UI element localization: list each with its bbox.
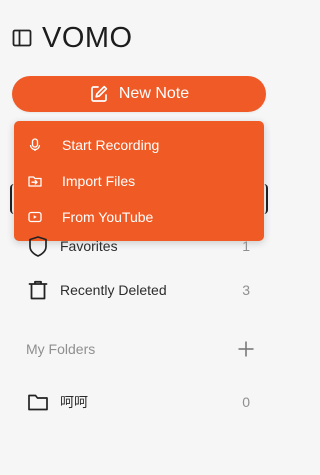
menu-item-start-recording[interactable]: Start Recording bbox=[14, 127, 264, 163]
import-icon bbox=[28, 174, 42, 188]
recently-deleted-label: Recently Deleted bbox=[60, 282, 167, 298]
app-header: VOMO bbox=[12, 18, 133, 58]
favorites-count: 1 bbox=[242, 238, 250, 254]
folder-label: 呵呵 bbox=[60, 394, 88, 410]
folder-icon bbox=[26, 390, 50, 414]
folder-count: 0 bbox=[242, 394, 250, 410]
nav-item-recently-deleted[interactable]: Recently Deleted 3 bbox=[26, 278, 256, 302]
edit-icon bbox=[89, 84, 109, 104]
menu-item-label: Start Recording bbox=[62, 137, 160, 153]
folder-item[interactable]: 呵呵 0 bbox=[26, 390, 256, 414]
youtube-icon bbox=[28, 210, 42, 224]
new-note-dropdown-menu: Start Recording Import Files From YouTub… bbox=[14, 121, 264, 241]
recently-deleted-count: 3 bbox=[242, 282, 250, 298]
favorites-label: Favorites bbox=[60, 238, 118, 254]
trash-icon bbox=[26, 278, 50, 302]
folders-section-header: My Folders bbox=[26, 338, 256, 360]
new-note-label: New Note bbox=[118, 85, 190, 102]
add-folder-icon[interactable] bbox=[236, 339, 256, 359]
menu-item-from-youtube[interactable]: From YouTube bbox=[14, 199, 264, 235]
app-title: VOMO bbox=[42, 21, 133, 54]
microphone-icon bbox=[28, 138, 42, 152]
nav-item-favorites[interactable]: Favorites 1 bbox=[26, 234, 256, 258]
sidebar-toggle-icon[interactable] bbox=[12, 28, 32, 48]
menu-item-label: Import Files bbox=[62, 173, 136, 189]
menu-item-label: From YouTube bbox=[62, 209, 154, 225]
folders-heading: My Folders bbox=[26, 341, 96, 357]
shield-icon bbox=[26, 234, 50, 258]
menu-item-import-files[interactable]: Import Files bbox=[14, 163, 264, 199]
new-note-button[interactable]: New Note bbox=[12, 76, 266, 112]
